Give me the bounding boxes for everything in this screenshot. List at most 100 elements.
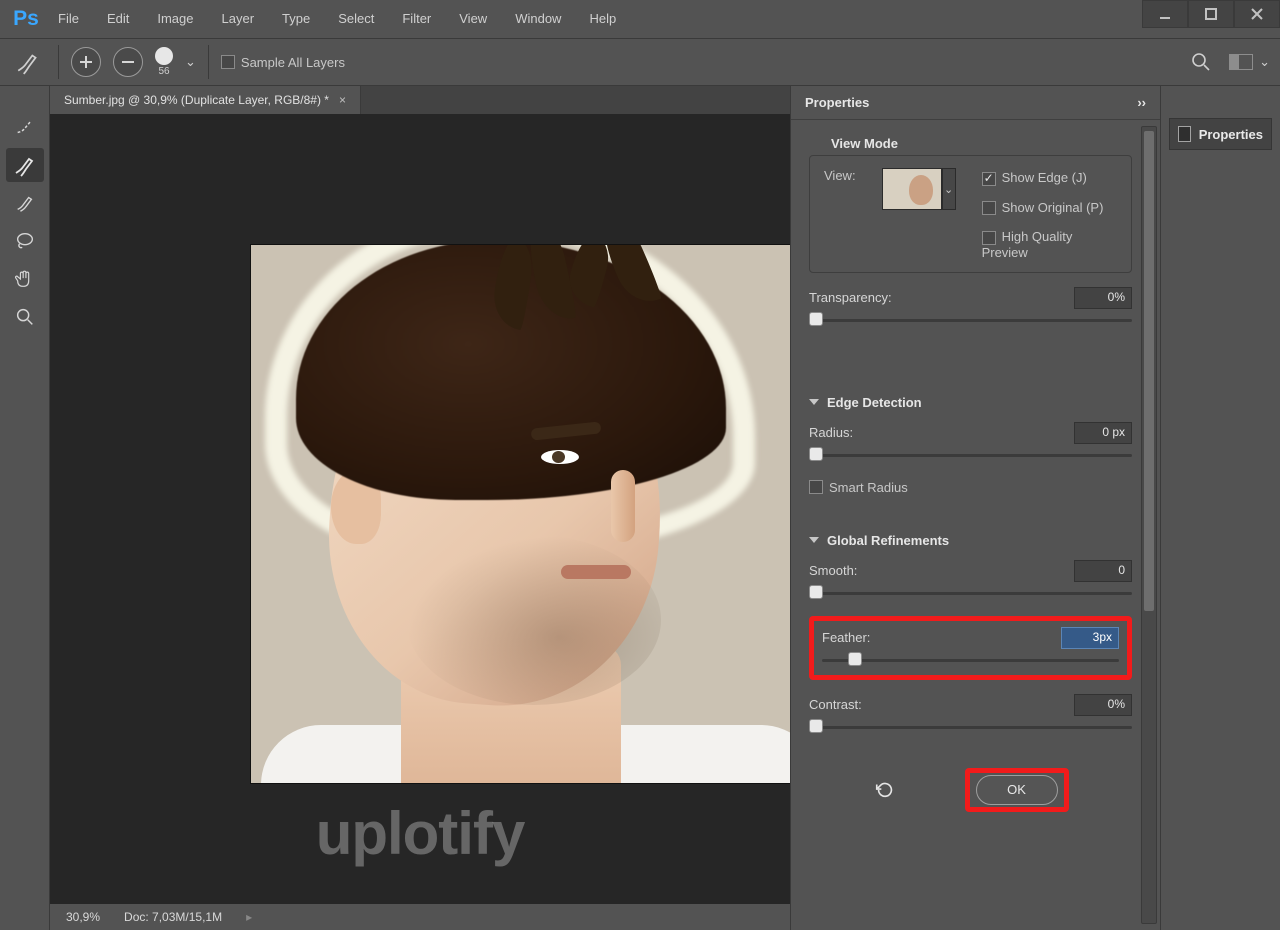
panel-footer: OK [809,754,1132,830]
main-area: Sumber.jpg @ 30,9% (Duplicate Layer, RGB… [0,86,1280,930]
tool-zoom[interactable] [6,300,44,334]
status-zoom[interactable]: 30,9% [66,910,100,924]
menu-file[interactable]: File [44,0,93,38]
watermark-text: uplotify [316,799,525,868]
menu-help[interactable]: Help [575,0,630,38]
sample-all-layers-checkbox[interactable]: Sample All Layers [221,55,345,70]
brush-size-value: 56 [158,66,169,77]
chevron-down-icon [809,399,819,405]
canvas-area[interactable]: uplotify [50,114,790,904]
document-column: Sumber.jpg @ 30,9% (Duplicate Layer, RGB… [50,86,790,930]
feather-slider[interactable] [822,651,1119,669]
tool-quick-select[interactable] [6,110,44,144]
window-maximize-button[interactable] [1188,0,1234,28]
menu-filter[interactable]: Filter [388,0,445,38]
document-tab-title: Sumber.jpg @ 30,9% (Duplicate Layer, RGB… [64,93,329,107]
sample-all-layers-label: Sample All Layers [241,55,345,70]
brush-add-button[interactable] [71,47,101,77]
global-refinements-group: Global Refinements Smooth: 0 Feather: 3p… [809,521,1132,742]
show-edge-checkbox[interactable]: Show Edge (J) [982,170,1117,186]
view-preview-dropdown[interactable]: ⌄ [942,168,956,210]
menu-layer[interactable]: Layer [208,0,269,38]
window-minimize-button[interactable] [1142,0,1188,28]
divider [208,45,209,79]
radius-value[interactable]: 0 px [1074,422,1132,444]
show-original-label: Show Original (P) [1002,200,1104,215]
transparency-slider[interactable] [809,311,1132,329]
status-docinfo: Doc: 7,03M/15,1M [124,910,222,924]
view-mode-title: View Mode [831,136,898,151]
menu-window[interactable]: Window [501,0,575,38]
properties-dock-label: Properties [1199,127,1263,142]
high-quality-checkbox[interactable]: High Quality Preview [982,229,1117,260]
properties-panel-title: Properties [805,95,869,110]
view-label: View: [824,168,856,183]
reset-icon[interactable] [873,778,897,802]
edge-detection-group: Edge Detection Radius: 0 px Smart Radius [809,383,1132,501]
ok-button[interactable]: OK [976,775,1058,805]
edge-detection-title: Edge Detection [827,395,922,410]
tool-lasso[interactable] [6,224,44,258]
smart-radius-checkbox[interactable]: Smart Radius [809,480,1132,495]
chevron-down-icon: ⌄ [1259,54,1270,70]
transparency-value[interactable]: 0% [1074,287,1132,309]
search-icon[interactable] [1191,52,1211,72]
image-content [541,450,579,464]
show-original-checkbox[interactable]: Show Original (P) [982,200,1117,216]
checkbox-icon [809,480,823,494]
menu-bar: Ps File Edit Image Layer Type Select Fil… [0,0,1280,38]
window-controls [1142,0,1280,38]
checkbox-icon [982,172,996,186]
tool-refine-brush[interactable] [6,148,44,182]
contrast-value[interactable]: 0% [1074,694,1132,716]
show-edge-label: Show Edge (J) [1002,170,1087,185]
brush-preview-icon [155,47,173,65]
global-refinements-header[interactable]: Global Refinements [809,525,1132,548]
tools-panel [0,86,50,930]
edge-detection-header[interactable]: Edge Detection [809,387,1132,410]
properties-dock-tab[interactable]: Properties [1169,118,1272,150]
current-tool-icon[interactable] [10,44,46,80]
document-canvas[interactable] [250,244,790,784]
contrast-slider[interactable] [809,718,1132,736]
tool-brush[interactable] [6,186,44,220]
brush-subtract-button[interactable] [113,47,143,77]
feather-annotation: Feather: 3px [809,616,1132,680]
menu-edit[interactable]: Edit [93,0,143,38]
document-tab[interactable]: Sumber.jpg @ 30,9% (Duplicate Layer, RGB… [50,86,361,114]
menu-type[interactable]: Type [268,0,324,38]
smooth-slider[interactable] [809,584,1132,602]
properties-panel: Properties ›› View Mode View: [790,86,1160,930]
document-tabs: Sumber.jpg @ 30,9% (Duplicate Layer, RGB… [50,86,790,114]
smooth-value[interactable]: 0 [1074,560,1132,582]
feather-value[interactable]: 3px [1061,627,1119,649]
brush-dropdown-icon[interactable]: ⌄ [185,54,196,70]
view-preview-thumb[interactable] [882,168,942,210]
chevron-down-icon [809,537,819,543]
checkbox-icon [982,201,996,215]
panel-collapse-icon[interactable]: ›› [1137,95,1146,110]
status-more-icon[interactable]: ▸ [246,910,252,924]
workspace-icon [1229,54,1253,70]
smart-radius-label: Smart Radius [829,480,908,495]
chevron-down-icon: ⌄ [944,183,953,196]
properties-panel-header: Properties ›› [791,86,1160,120]
menu-view[interactable]: View [445,0,501,38]
transparency-label: Transparency: [809,290,892,305]
smooth-label: Smooth: [809,563,857,578]
window-close-button[interactable] [1234,0,1280,28]
image-content [611,470,635,542]
menu-select[interactable]: Select [324,0,388,38]
radius-label: Radius: [809,425,853,440]
checkbox-icon [982,231,996,245]
brush-size-control[interactable]: 56 [155,47,173,77]
radius-slider[interactable] [809,446,1132,464]
tool-hand[interactable] [6,262,44,296]
workspace-switcher[interactable]: ⌄ [1229,54,1270,70]
menu-image[interactable]: Image [143,0,207,38]
right-dock: Properties [1160,86,1280,930]
close-tab-icon[interactable]: × [339,93,346,107]
feather-label: Feather: [822,630,870,645]
app-logo: Ps [8,1,44,37]
properties-icon [1178,126,1191,142]
